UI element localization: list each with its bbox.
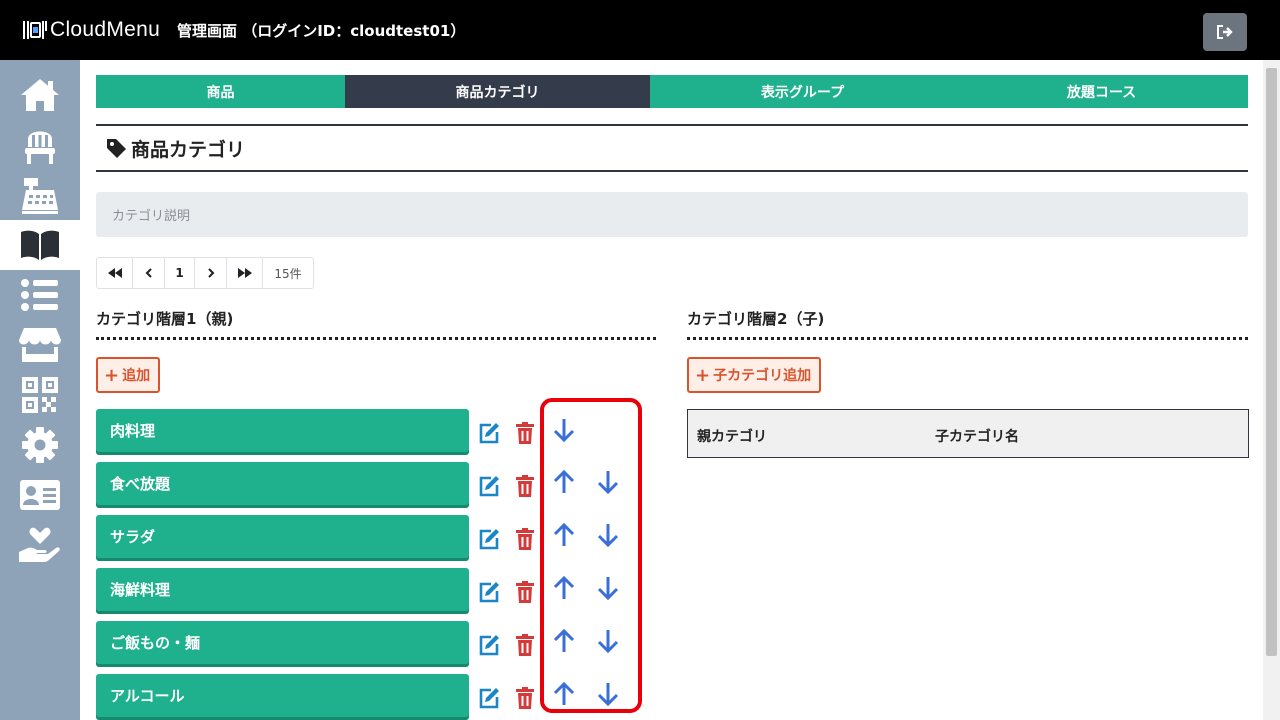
logout-icon [1217, 25, 1233, 39]
tag-icon [107, 139, 126, 158]
logout-button[interactable] [1203, 13, 1247, 51]
trash-icon[interactable] [513, 527, 537, 551]
sidebar-item-qrcode[interactable] [0, 370, 80, 420]
app-logo[interactable]: CloudMenu [22, 16, 160, 44]
category-description-field[interactable]: カテゴリ説明 [96, 192, 1248, 237]
sidebar-item-account[interactable] [0, 470, 80, 520]
app-header: CloudMenu 管理画面 （ログインID：cloudtest01） [0, 0, 1280, 60]
double-chevron-right-icon [237, 268, 252, 278]
add-category-button[interactable]: + 追加 [96, 357, 161, 393]
first-page-button[interactable] [97, 258, 133, 288]
prev-page-button[interactable] [133, 258, 165, 288]
parent-section-title: カテゴリ階層1（親) [96, 310, 234, 328]
plus-icon: + [695, 364, 711, 386]
pagination: 1 15件 [96, 257, 314, 289]
tab-products[interactable]: 商品 [96, 75, 345, 108]
chair-icon [25, 131, 55, 164]
tab-bar: 商品 商品カテゴリ 表示グループ 放題コース [96, 75, 1248, 108]
sidebar-item-settings[interactable] [0, 420, 80, 470]
home-icon [21, 79, 59, 111]
book-open-icon [21, 230, 59, 260]
logo-text: CloudMenu [50, 18, 161, 41]
child-section-title: カテゴリ階層2（子) [687, 310, 825, 328]
trash-icon[interactable] [513, 686, 537, 710]
sidebar-item-list[interactable] [0, 270, 80, 320]
chevron-right-icon [207, 268, 214, 278]
cash-register-icon [22, 178, 58, 214]
chevron-left-icon [145, 268, 152, 278]
parent-section-divider [96, 337, 656, 340]
edit-icon[interactable] [477, 527, 501, 551]
store-icon [19, 328, 61, 362]
category-row[interactable]: 肉料理 [96, 409, 469, 452]
scrollbar-thumb[interactable] [1266, 68, 1277, 656]
col-parent-category: 親カテゴリ [697, 429, 767, 445]
gear-icon [22, 427, 58, 463]
hand-heart-icon [19, 527, 60, 562]
add-child-category-button[interactable]: + 子カテゴリ追加 [687, 357, 822, 393]
sidebar-item-tables[interactable] [0, 120, 80, 170]
category-row[interactable]: ご飯もの・麺 [96, 621, 469, 664]
sidebar-item-support[interactable] [0, 520, 80, 570]
id-card-icon [20, 480, 60, 510]
trash-icon[interactable] [513, 633, 537, 657]
page-title-box: 商品カテゴリ [96, 124, 1248, 172]
vertical-scrollbar[interactable] [1263, 60, 1280, 720]
tab-all-you-can-courses[interactable]: 放題コース [955, 75, 1248, 108]
category-row[interactable]: 食べ放題 [96, 462, 469, 505]
sidebar-item-register[interactable] [0, 170, 80, 220]
double-chevron-left-icon [107, 268, 122, 278]
category-row[interactable]: サラダ [96, 515, 469, 558]
col-child-category-name: 子カテゴリ名 [935, 429, 1019, 445]
child-category-table-header: 親カテゴリ 子カテゴリ名 [687, 409, 1249, 458]
category-row[interactable]: アルコール [96, 674, 469, 717]
edit-icon[interactable] [477, 580, 501, 604]
restaurant-logo-icon [23, 21, 47, 39]
list-icon [21, 279, 58, 311]
edit-icon[interactable] [477, 686, 501, 710]
child-section-divider [687, 337, 1248, 340]
qrcode-icon [22, 377, 58, 413]
add-child-category-label: 子カテゴリ追加 [713, 368, 812, 384]
add-category-label: 追加 [122, 368, 151, 384]
sidebar-item-home[interactable] [0, 70, 80, 120]
header-title: 管理画面 （ログインID：cloudtest01） [177, 22, 466, 40]
next-page-button[interactable] [195, 258, 227, 288]
edit-icon[interactable] [477, 633, 501, 657]
item-count: 15件 [274, 266, 302, 281]
current-page[interactable]: 1 [165, 258, 195, 288]
plus-icon: + [104, 364, 120, 386]
category-row[interactable]: 海鮮料理 [96, 568, 469, 611]
last-page-button[interactable] [227, 258, 263, 288]
reorder-arrows-highlight [540, 398, 642, 713]
tab-product-categories[interactable]: 商品カテゴリ [345, 75, 650, 108]
edit-icon[interactable] [477, 421, 501, 445]
trash-icon[interactable] [513, 580, 537, 604]
edit-icon[interactable] [477, 474, 501, 498]
sidebar-item-menu[interactable] [0, 220, 80, 270]
trash-icon[interactable] [513, 474, 537, 498]
sidebar-item-store[interactable] [0, 320, 80, 370]
tab-display-groups[interactable]: 表示グループ [650, 75, 955, 108]
sidebar [0, 60, 80, 720]
page-title: 商品カテゴリ [131, 138, 246, 161]
trash-icon[interactable] [513, 421, 537, 445]
